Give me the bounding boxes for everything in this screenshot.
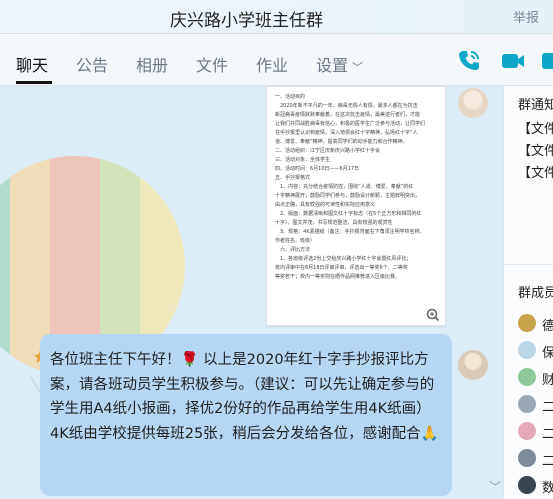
doc-line: 校内评审中在6月18日评审评审，评选出一等奖6个、二等奖	[275, 265, 408, 271]
report-link[interactable]: 举报	[513, 7, 539, 26]
doc-line: 2020年新不平凡的一年，病毒无情人有情，最多人都在为抗击	[275, 103, 418, 109]
chevron-down-icon: ﹀	[352, 61, 364, 74]
member-name: 二	[542, 396, 553, 415]
tab-chat[interactable]: 聊天	[16, 52, 48, 76]
doc-line: 等奖若干；校内一等奖则在晒作品网推荐进入区级比赛。	[275, 274, 401, 280]
right-side-panel: 群通知 【文件】 【文件】 【文件】 群成员 德 保 财 二 二 二 数	[503, 86, 553, 499]
avatar	[518, 422, 536, 440]
member-name: 二	[542, 450, 553, 469]
title-bar: 庆兴路小学班主任群 举报	[0, 0, 553, 34]
scroll-down-icon[interactable]: ﹀	[489, 478, 501, 495]
doc-line: 道、博爱、奉献”精神，提高同学们的动手能力和合作精神。	[275, 139, 408, 145]
phone-icon[interactable]	[456, 48, 482, 74]
tab-bar: 聊天 公告 相册 文件 作业 设置 ﹀	[0, 34, 553, 86]
tab-settings[interactable]: 设置 ﹀	[316, 52, 363, 76]
group-notice-title[interactable]: 群通知	[518, 94, 553, 113]
more-icon[interactable]	[540, 48, 553, 74]
sender-avatar[interactable]	[458, 350, 488, 380]
member-item[interactable]: 二	[518, 395, 553, 415]
doc-line: 2、版面：数据清晰和图文红十字标志（在5个正方形和相同的红	[275, 211, 422, 217]
member-item[interactable]: 德	[518, 314, 553, 334]
doc-line: 3、规格：4K素描纸（备注：手抄报背面右下角须注明学校名称、	[275, 229, 425, 235]
doc-line: 十字），图文并茂，书写规范整洁，具有较强的观赏性	[275, 220, 393, 226]
message-bubble[interactable]: 各位班主任下午好！🌹 以上是2020年红十字手抄报评比方案，请各班动员学生积极参…	[40, 334, 452, 496]
doc-line: 作者姓名、班级）	[275, 238, 316, 244]
member-name: 德	[542, 315, 553, 334]
group-title: 庆兴路小学班主任群	[170, 11, 323, 31]
member-item[interactable]: 二	[518, 422, 553, 442]
doc-line: 十字精神展开，鼓励同学们参与，鼓励设计新颖，主题鲜明突出，	[275, 193, 421, 199]
notice-file-item[interactable]: 【文件】	[518, 140, 553, 159]
notice-file-item[interactable]: 【文件】	[518, 162, 553, 181]
panel-divider	[504, 264, 553, 265]
tab-announcement[interactable]: 公告	[76, 52, 108, 76]
doc-line: 五、手抄报格式	[275, 175, 311, 181]
member-item[interactable]: 保	[518, 341, 553, 361]
chat-area: 一、活动目的 2020年新不平凡的一年，病毒无情人有情，最多人都在为抗击 新冠病…	[0, 86, 503, 499]
doc-line: 四、活动时间：6月10日——6月17日	[275, 166, 360, 172]
doc-line: 1、内容：充分结合疫情防控，围绕“人道、博爱、奉献”的红	[275, 184, 414, 190]
doc-line: 新冠病毒疫情默默奉献着，在这次抗击疫情，最美逆行者们，才能	[275, 112, 421, 118]
avatar	[518, 476, 536, 494]
doc-line: 在手抄报里认识到疫情，深入地领会红十字精神，弘扬红十字“人	[275, 130, 418, 136]
doc-line: 六、评比方法	[275, 247, 311, 253]
zoom-in-icon[interactable]	[424, 306, 442, 324]
avatar	[518, 368, 536, 386]
avatar	[518, 314, 536, 332]
doc-line: 一、活动目的	[275, 94, 306, 100]
tab-files[interactable]: 文件	[196, 52, 228, 76]
member-item[interactable]: 财	[518, 368, 553, 388]
group-members-title: 群成员	[518, 286, 553, 301]
tab-homework[interactable]: 作业	[256, 52, 288, 76]
member-item[interactable]: 二	[518, 449, 553, 469]
video-call-icon[interactable]	[500, 48, 526, 74]
member-name: 数	[542, 477, 553, 496]
avatar	[518, 395, 536, 413]
member-name: 保	[542, 342, 553, 361]
member-name: 财	[542, 369, 553, 388]
member-item[interactable]: 数	[518, 476, 553, 496]
doc-line: 1、各班级评选2份上交给庆兴路小学红十字会暨红风评比；	[275, 256, 412, 262]
sender-avatar[interactable]	[458, 88, 488, 118]
notice-file-item[interactable]: 【文件】	[518, 118, 553, 137]
active-tab-indicator	[16, 81, 52, 84]
tab-settings-label: 设置	[316, 56, 349, 75]
avatar	[518, 341, 536, 359]
member-name: 二	[542, 423, 553, 442]
avatar	[518, 449, 536, 467]
doc-line: 让我们共同战胜病毒有信心，积极的医学生广泛参与活动，让同学们	[275, 121, 426, 127]
document-image-preview[interactable]: 一、活动目的 2020年新不平凡的一年，病毒无情人有情，最多人都在为抗击 新冠病…	[266, 86, 446, 326]
doc-line: 由点正确，具有较强的可读性和实际应用意义	[275, 202, 376, 208]
doc-line: 三、活动对象：全体学生	[275, 157, 331, 163]
tab-album[interactable]: 相册	[136, 52, 168, 76]
message-text: 各位班主任下午好！🌹 以上是2020年红十字手抄报评比方案，请各班动员学生积极参…	[50, 352, 439, 442]
doc-line: 二、活动组织：江宁区庆新庆兴路小学红十字会	[275, 148, 381, 154]
